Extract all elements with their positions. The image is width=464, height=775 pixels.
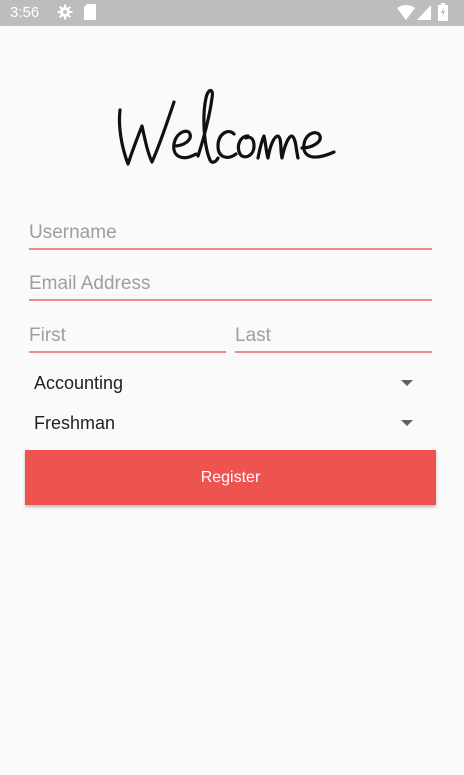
sd-card-icon bbox=[84, 4, 96, 25]
chevron-down-icon bbox=[401, 420, 413, 426]
wifi-icon bbox=[397, 5, 415, 25]
register-button[interactable]: Register bbox=[25, 450, 436, 505]
status-time: 3:56 bbox=[10, 4, 40, 21]
year-select-value: Freshman bbox=[34, 413, 116, 433]
first-name-field[interactable] bbox=[29, 324, 226, 353]
email-field[interactable] bbox=[29, 273, 432, 301]
year-select[interactable]: Freshman bbox=[26, 405, 432, 441]
welcome-logo bbox=[112, 80, 348, 184]
last-name-field[interactable] bbox=[235, 324, 432, 353]
battery-icon bbox=[438, 3, 448, 26]
settings-icon bbox=[57, 4, 73, 25]
chevron-down-icon bbox=[401, 380, 413, 386]
username-field[interactable] bbox=[29, 222, 432, 250]
status-bar: 3:56 bbox=[0, 0, 464, 26]
signal-icon bbox=[417, 5, 431, 25]
major-select[interactable]: Accounting bbox=[26, 365, 432, 401]
major-select-value: Accounting bbox=[34, 373, 124, 393]
